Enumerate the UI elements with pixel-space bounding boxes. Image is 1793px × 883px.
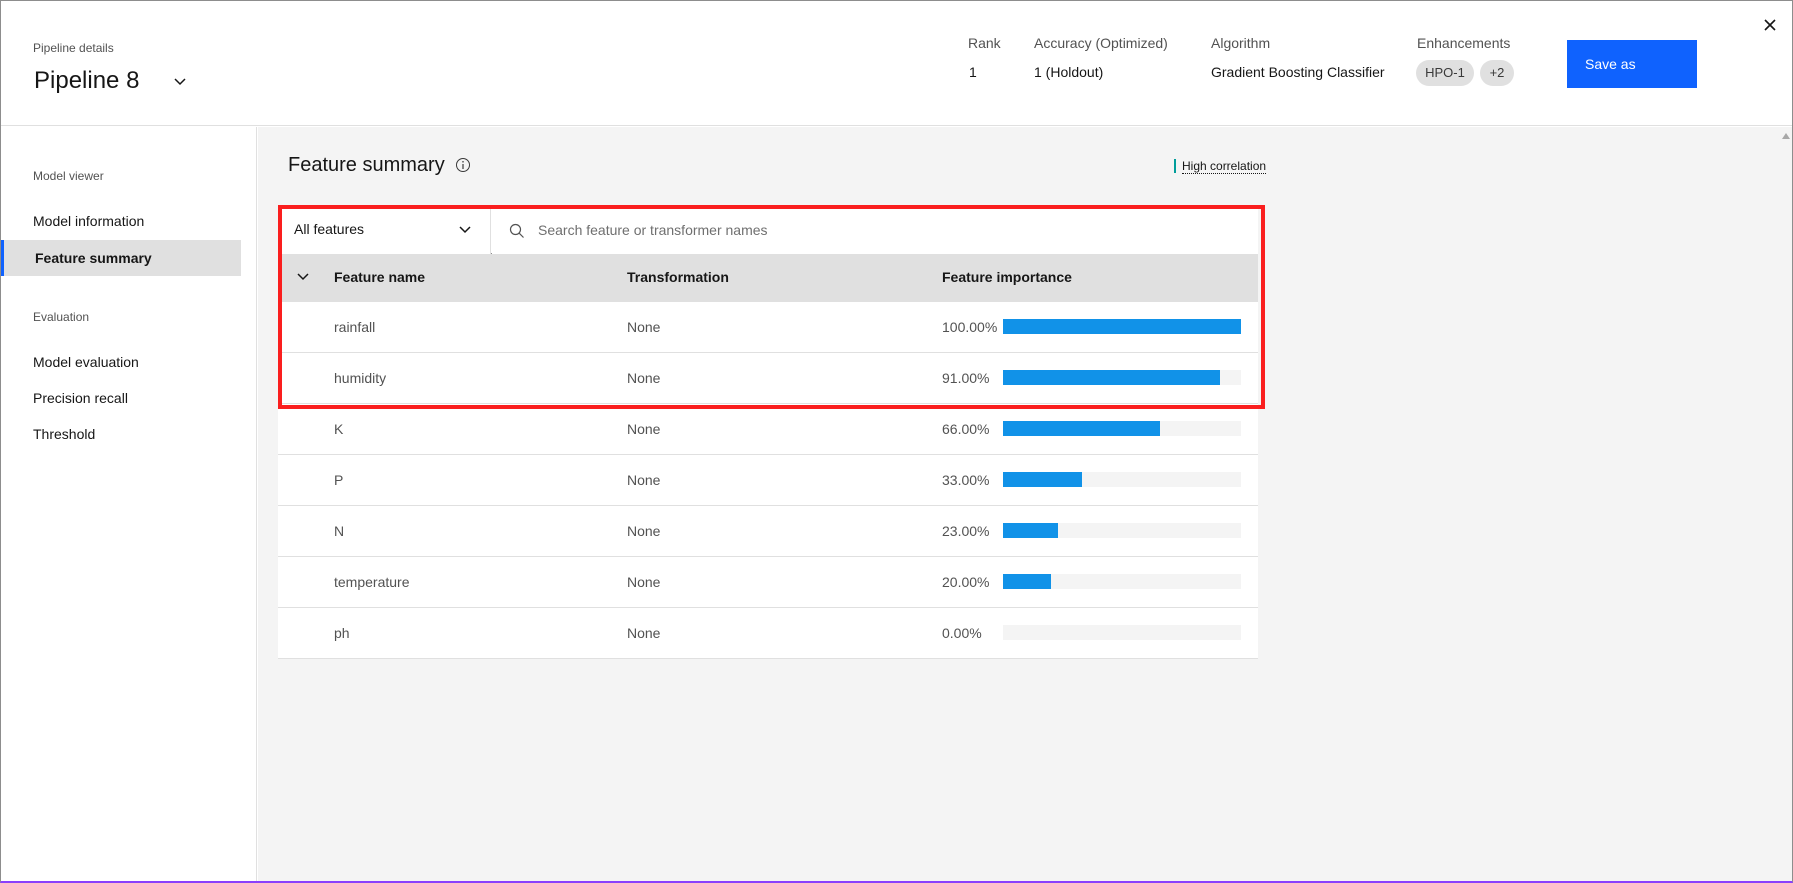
accuracy-value: 1 (Holdout) <box>1034 64 1104 80</box>
pipeline-header: Pipeline details Pipeline 8 Rank 1 Accur… <box>1 1 1792 126</box>
column-header-feature-importance[interactable]: Feature importance <box>942 269 1072 285</box>
importance-bar <box>1003 523 1058 538</box>
importance-value: 20.00% <box>942 574 990 590</box>
pipeline-details-label: Pipeline details <box>33 41 114 55</box>
transformation-cell: None <box>627 472 661 488</box>
table-body: rainfall None 100.00% humidity None 91.0… <box>278 302 1258 659</box>
table-row[interactable]: rainfall None 100.00% <box>278 302 1258 353</box>
feature-name-cell: N <box>334 523 345 539</box>
importance-bar-track <box>1003 523 1241 538</box>
window-frame: Pipeline details Pipeline 8 Rank 1 Accur… <box>0 0 1793 883</box>
chevron-down-icon[interactable] <box>173 77 187 87</box>
rank-label: Rank <box>968 35 1001 51</box>
feature-name-cell: rainfall <box>334 319 376 335</box>
feature-name-cell: humidity <box>334 370 387 386</box>
importance-bar-track <box>1003 319 1241 334</box>
table-header: Feature name Transformation Feature impo… <box>278 254 1258 302</box>
scroll-up-icon[interactable] <box>1782 133 1790 139</box>
search-icon <box>509 223 524 238</box>
sidebar-item-model-evaluation[interactable]: Model evaluation <box>33 354 139 370</box>
column-header-transformation[interactable]: Transformation <box>627 269 729 285</box>
importance-bar <box>1003 574 1051 589</box>
table-row[interactable]: K None 66.00% <box>278 404 1258 455</box>
main-content: Feature summary High correlation All fea… <box>258 127 1792 881</box>
feature-table: All features Feature name <box>278 206 1258 659</box>
sidebar: Model viewer Model information Feature s… <box>1 127 257 881</box>
importance-value: 23.00% <box>942 523 990 539</box>
enhancement-tag: HPO-1 <box>1416 60 1474 86</box>
importance-value: 100.00% <box>942 319 998 335</box>
table-row[interactable]: ph None 0.00% <box>278 608 1258 659</box>
column-header-feature-name[interactable]: Feature name <box>334 269 425 285</box>
dropdown-value: All features <box>294 221 365 237</box>
sidebar-item-label: Feature summary <box>35 250 152 266</box>
table-row[interactable]: humidity None 91.00% <box>278 353 1258 404</box>
feature-name-cell: ph <box>334 625 350 641</box>
importance-value: 33.00% <box>942 472 990 488</box>
pipeline-title: Pipeline 8 <box>34 67 140 94</box>
feature-filter-dropdown[interactable]: All features <box>278 206 491 254</box>
feature-name-cell: P <box>334 472 344 488</box>
table-row[interactable]: temperature None 20.00% <box>278 557 1258 608</box>
importance-bar-track <box>1003 472 1241 487</box>
importance-bar-track <box>1003 421 1241 436</box>
feature-name-cell: K <box>334 421 344 437</box>
importance-bar <box>1003 421 1161 436</box>
expand-all-chevron-icon[interactable] <box>296 272 310 282</box>
importance-bar <box>1003 319 1241 334</box>
search-box <box>492 206 1258 254</box>
enhancements-label: Enhancements <box>1417 35 1511 51</box>
save-as-button[interactable]: Save as <box>1567 40 1697 88</box>
close-icon[interactable] <box>1763 18 1777 32</box>
enhancement-more-tag[interactable]: +2 <box>1480 60 1514 86</box>
table-row[interactable]: N None 23.00% <box>278 506 1258 557</box>
importance-bar-track <box>1003 625 1241 640</box>
transformation-cell: None <box>627 370 661 386</box>
importance-bar <box>1003 370 1220 385</box>
transformation-cell: None <box>627 574 661 590</box>
table-row[interactable]: P None 33.00% <box>278 455 1258 506</box>
chevron-down-icon <box>459 226 471 234</box>
importance-value: 66.00% <box>942 421 990 437</box>
sidebar-item-precision-recall[interactable]: Precision recall <box>33 390 128 406</box>
accuracy-label: Accuracy (Optimized) <box>1034 35 1168 51</box>
section-evaluation: Evaluation <box>33 310 90 324</box>
algorithm-value: Gradient Boosting Classifier <box>1211 64 1385 80</box>
importance-bar-track <box>1003 370 1241 385</box>
algorithm-label: Algorithm <box>1211 35 1271 51</box>
importance-value: 91.00% <box>942 370 990 386</box>
sidebar-item-threshold[interactable]: Threshold <box>33 426 95 442</box>
sidebar-item-model-information[interactable]: Model information <box>33 213 144 229</box>
transformation-cell: None <box>627 319 661 335</box>
info-icon[interactable] <box>455 157 471 173</box>
transformation-cell: None <box>627 421 661 437</box>
importance-bar <box>1003 472 1082 487</box>
high-correlation-label: High correlation <box>1182 159 1267 174</box>
feature-name-cell: temperature <box>334 574 410 590</box>
rank-value: 1 <box>969 64 977 80</box>
sidebar-item-feature-summary[interactable]: Feature summary <box>1 240 241 276</box>
section-model-viewer: Model viewer <box>33 169 104 183</box>
high-correlation-link[interactable]: High correlation <box>1174 159 1267 174</box>
table-toolbar: All features <box>278 206 1258 254</box>
transformation-cell: None <box>627 625 661 641</box>
page-title: Feature summary <box>288 154 445 176</box>
transformation-cell: None <box>627 523 661 539</box>
importance-bar-track <box>1003 574 1241 589</box>
search-input[interactable] <box>538 218 1238 242</box>
importance-value: 0.00% <box>942 625 982 641</box>
